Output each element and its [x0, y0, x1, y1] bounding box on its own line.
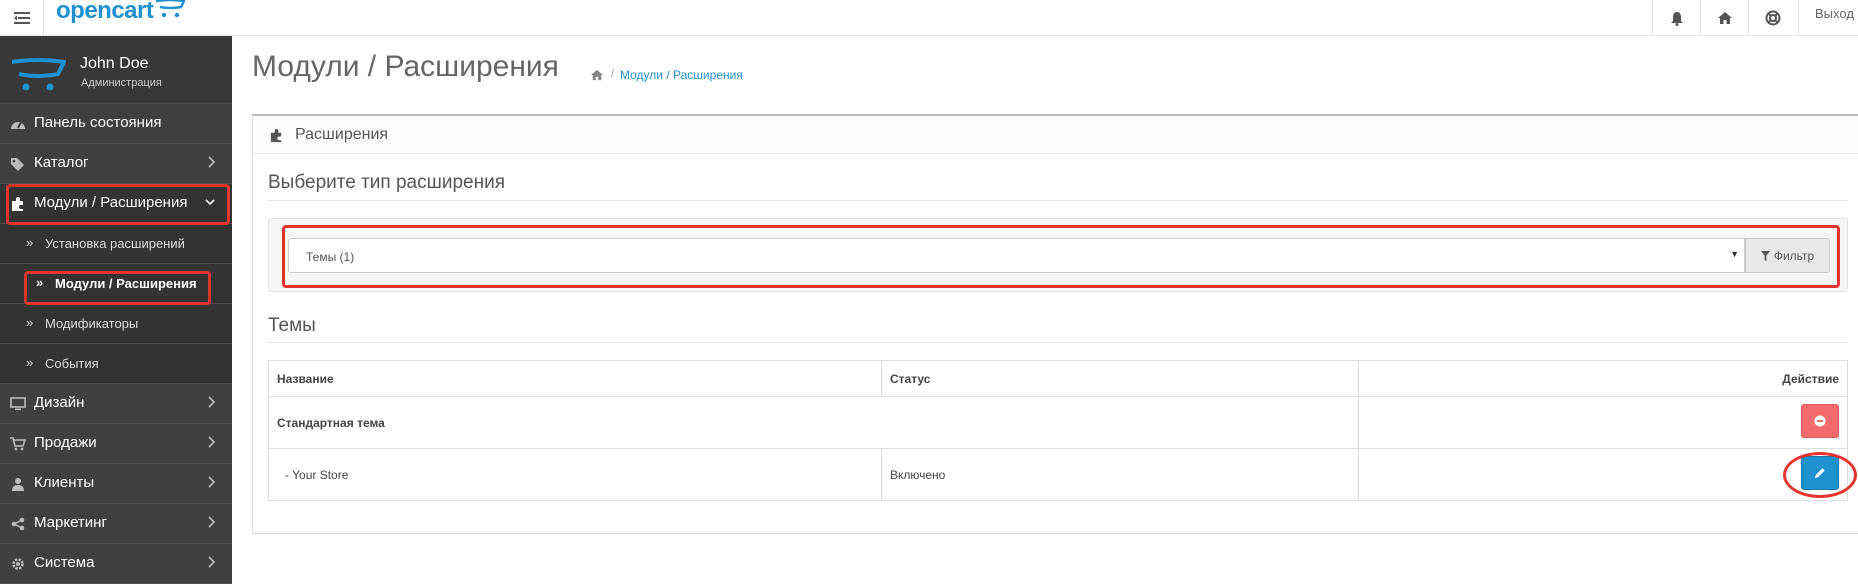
sidebar-item-label: Клиенты — [34, 474, 95, 491]
sidebar-subitem-label: События — [45, 356, 99, 371]
sidebar-subitem-modifications[interactable]: » Модификаторы — [0, 304, 232, 344]
cart-icon — [10, 436, 26, 452]
sidebar-item-label: Каталог — [34, 154, 89, 171]
dashboard-icon — [10, 116, 26, 132]
chevron-right-icon — [208, 555, 216, 573]
sidebar-subitem-installer[interactable]: » Установка расширений — [0, 224, 232, 264]
sidebar-item-catalog[interactable]: Каталог — [0, 144, 232, 184]
table-group-row: Стандартная тема — [268, 396, 1848, 449]
divider — [268, 342, 1848, 343]
divider — [268, 200, 1848, 201]
sidebar-item-label: Продажи — [34, 434, 97, 451]
panel-title: Расширения — [295, 126, 389, 143]
home-button[interactable] — [1700, 0, 1748, 36]
user-icon — [10, 476, 26, 492]
action-cell — [1358, 396, 1848, 449]
column-header-action: Действие — [1358, 360, 1848, 397]
annotation-highlight — [6, 184, 230, 225]
hamburger-icon — [13, 12, 30, 24]
user-name: John Doe — [80, 55, 149, 72]
chevron-right-icon — [208, 155, 216, 173]
chevron-right-icon — [208, 435, 216, 453]
user-role: Администрация — [81, 77, 162, 89]
sidebar-item-marketing[interactable]: Маркетинг — [0, 504, 232, 544]
annotation-circle — [1783, 452, 1857, 498]
themes-table: Название Статус Действие Стандартная тем… — [268, 360, 1848, 501]
double-chevron-icon: » — [26, 235, 34, 250]
sidebar-item-system[interactable]: Система — [0, 544, 232, 584]
table-header-row: Название Статус Действие — [268, 360, 1848, 397]
logout-label: Выход — [1815, 6, 1854, 21]
annotation-highlight — [24, 271, 211, 305]
tags-icon — [10, 156, 26, 172]
uninstall-button[interactable] — [1801, 404, 1839, 438]
user-profile[interactable]: John Doe Администрация — [0, 36, 232, 104]
notifications-button[interactable] — [1652, 0, 1700, 36]
minus-circle-icon — [1814, 415, 1826, 427]
column-header-status[interactable]: Статус — [881, 360, 1359, 397]
panel-heading: Расширения — [253, 116, 1858, 154]
sidebar-subitem-events[interactable]: » События — [0, 344, 232, 384]
choose-type-heading: Выберите тип расширения — [268, 172, 505, 193]
sidebar: John Doe Администрация Панель состояния … — [0, 36, 232, 584]
help-button[interactable] — [1748, 0, 1796, 36]
chevron-right-icon — [208, 515, 216, 533]
sidebar-subitem-label: Установка расширений — [45, 236, 185, 251]
opencart-logo[interactable]: opencart — [56, 0, 186, 26]
menu-toggle-button[interactable] — [0, 0, 44, 36]
sidebar-item-design[interactable]: Дизайн — [0, 384, 232, 424]
store-status: Включено — [881, 448, 1359, 501]
sidebar-item-label: Панель состояния — [34, 114, 162, 131]
logo-text: opencart — [56, 0, 154, 24]
chevron-right-icon — [208, 475, 216, 493]
sidebar-item-label: Дизайн — [34, 394, 85, 411]
chevron-right-icon — [208, 395, 216, 413]
cart-logo-icon — [11, 58, 66, 91]
sidebar-item-customers[interactable]: Клиенты — [0, 464, 232, 504]
group-name: Стандартная тема — [268, 396, 1359, 449]
puzzle-icon — [269, 128, 284, 148]
themes-heading: Темы — [268, 315, 316, 336]
lifebuoy-icon — [1765, 10, 1780, 26]
breadcrumb-link[interactable]: Модули / Расширения — [620, 68, 743, 82]
monitor-icon — [10, 396, 26, 412]
top-header: opencart Выход — [0, 0, 1858, 36]
page-title: Модули / Расширения — [252, 50, 559, 83]
store-name: - Your Store — [268, 448, 882, 501]
sidebar-item-dashboard[interactable]: Панель состояния — [0, 104, 232, 144]
sidebar-item-sales[interactable]: Продажи — [0, 424, 232, 464]
share-icon — [10, 516, 26, 532]
double-chevron-icon: » — [26, 355, 34, 370]
column-header-name[interactable]: Название — [268, 360, 882, 397]
sidebar-item-label: Система — [34, 554, 95, 571]
annotation-highlight — [282, 225, 1840, 288]
breadcrumb-home-icon[interactable] — [590, 68, 604, 86]
home-icon — [1717, 12, 1732, 24]
bell-icon — [1670, 11, 1683, 26]
table-row: - Your Store Включено — [268, 448, 1848, 501]
action-cell — [1358, 448, 1848, 501]
cog-icon — [10, 556, 26, 572]
logout-link[interactable]: Выход — [1798, 0, 1858, 36]
double-chevron-icon: » — [26, 315, 34, 330]
sidebar-subitem-label: Модификаторы — [45, 316, 139, 331]
sidebar-item-label: Маркетинг — [34, 514, 107, 531]
cart-logo-icon — [156, 0, 186, 18]
breadcrumb-separator: / — [611, 68, 615, 80]
